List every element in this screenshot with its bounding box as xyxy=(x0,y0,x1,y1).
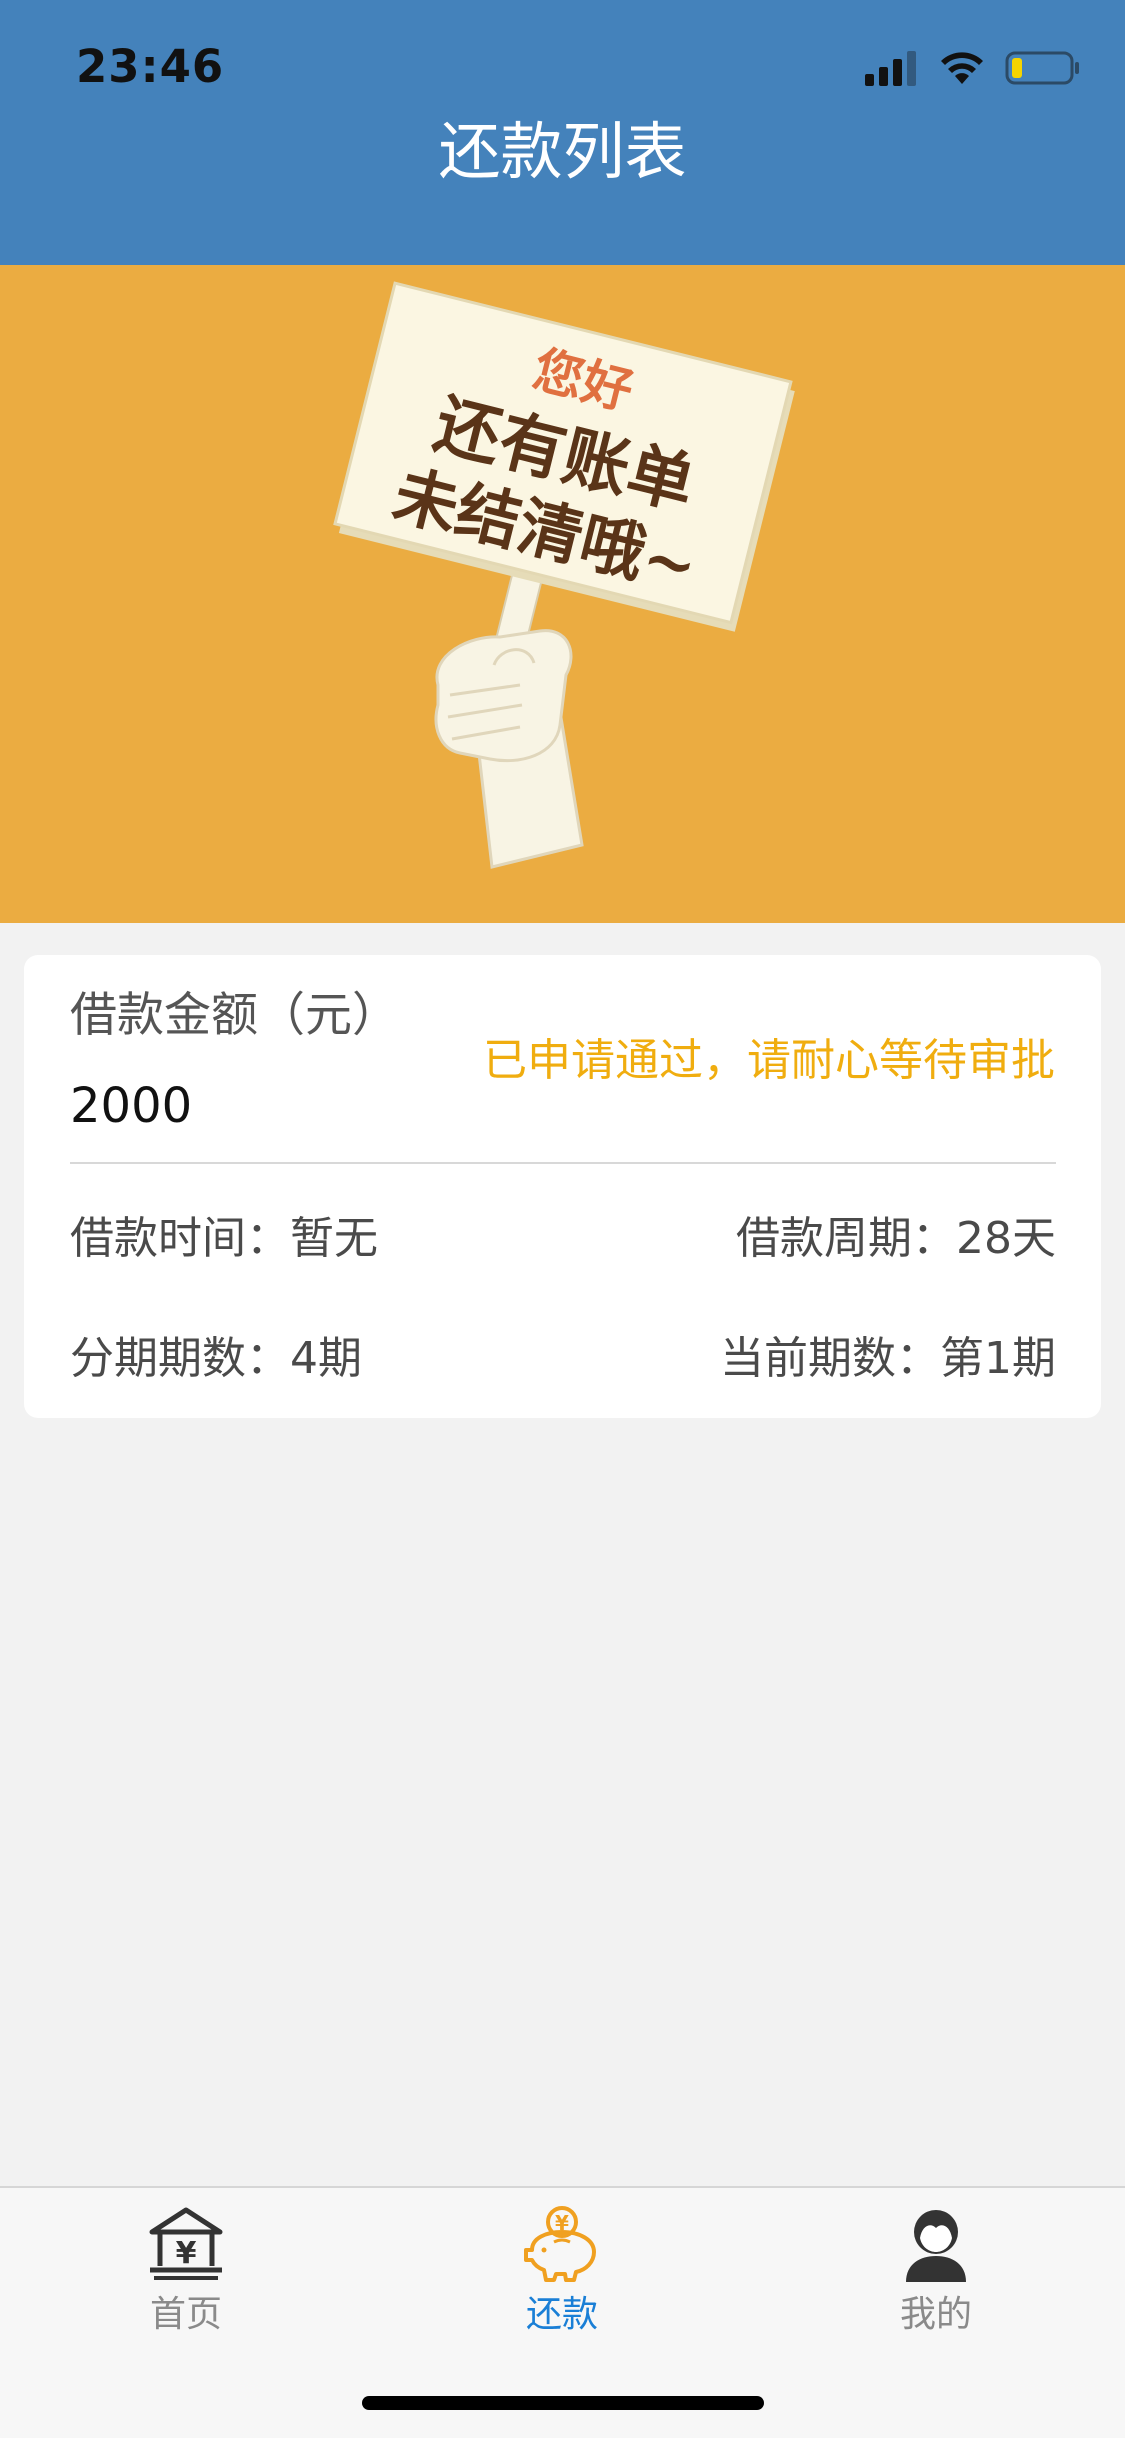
reminder-banner: 您好 还有账单 未结清哦~ xyxy=(0,265,1125,923)
wifi-icon xyxy=(941,52,983,84)
status-time: 23:46 xyxy=(76,40,225,93)
card-row-2: 分期期数：4期 当前期数：第1期 xyxy=(70,1326,1056,1392)
user-avatar-icon xyxy=(906,2210,966,2282)
tab-home-label: 首页 xyxy=(149,2294,222,2335)
cellular-signal-icon xyxy=(865,51,916,86)
app-header: 23:46 还款列表 xyxy=(0,0,1125,265)
sign-text-layer: 您好 还有账单 未结清哦~ xyxy=(386,339,705,605)
status-icons xyxy=(865,46,1081,90)
card-row-1: 借款时间：暂无 借款周期：28天 xyxy=(70,1206,1056,1272)
tab-mine[interactable]: 我的 xyxy=(836,2206,1036,2356)
battery-icon xyxy=(1005,51,1079,85)
loan-card[interactable]: 借款金额（元） 2000 已申请通过，请耐心等待审批 借款时间：暂无 借款周期：… xyxy=(24,955,1101,1418)
svg-text:¥: ¥ xyxy=(176,2236,197,2271)
home-indicator[interactable] xyxy=(362,2396,764,2410)
page-title: 还款列表 xyxy=(438,115,687,188)
loan-period: 借款周期：28天 xyxy=(736,1213,1056,1264)
tab-repayment-label: 还款 xyxy=(525,2294,598,2335)
approval-status-text: 已申请通过，请耐心等待审批 xyxy=(483,1035,1055,1086)
current-installment: 当前期数：第1期 xyxy=(720,1333,1056,1384)
tab-repayment[interactable]: ¥ 还款 xyxy=(462,2206,662,2356)
piggy-bank-yen-icon: ¥ xyxy=(524,2206,596,2282)
tab-home[interactable]: ¥ 首页 xyxy=(86,2206,286,2356)
tab-mine-label: 我的 xyxy=(899,2294,972,2335)
amount-value: 2000 xyxy=(70,1078,193,1134)
amount-label: 借款金额（元） xyxy=(70,988,399,1043)
card-divider xyxy=(70,1162,1056,1164)
installment-count: 分期期数：4期 xyxy=(70,1333,362,1384)
loan-time: 借款时间：暂无 xyxy=(70,1213,378,1264)
bank-yen-icon: ¥ xyxy=(149,2207,223,2280)
